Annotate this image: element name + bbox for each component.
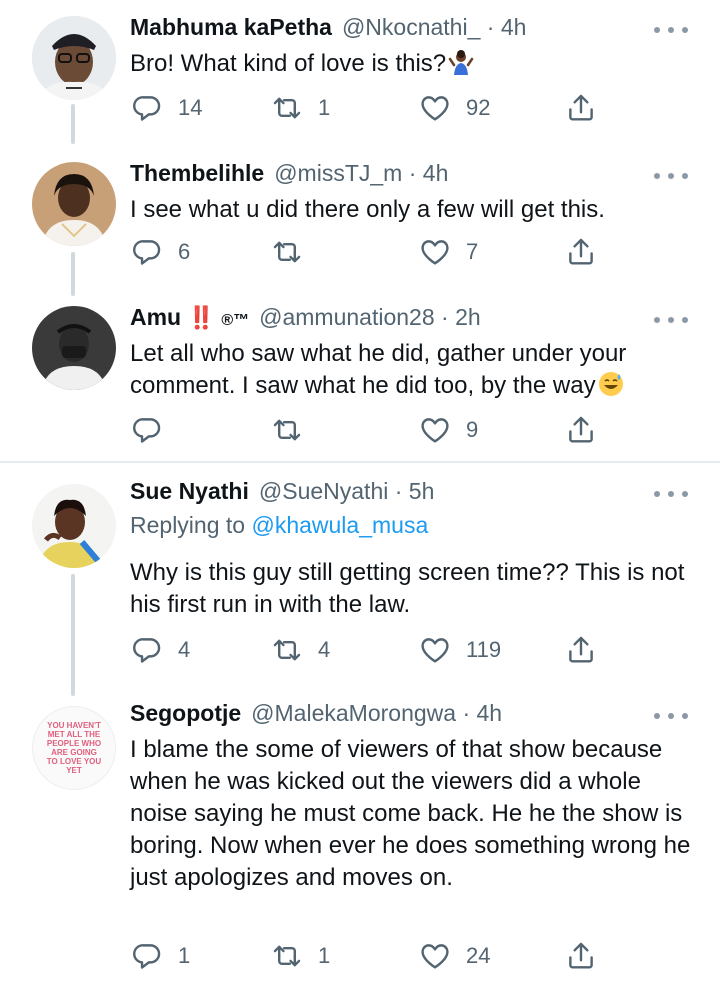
- tweet-text: Let all who saw what he did, gather unde…: [130, 340, 627, 399]
- tweet[interactable]: Sue Nyathi @SueNyathi · 5h Replying to @…: [0, 464, 720, 696]
- replying-to: Replying to @khawula_musa: [130, 512, 429, 538]
- tweet[interactable]: YOU HAVEN'T MET ALL THE PEOPLE WHO ARE G…: [0, 696, 720, 982]
- retweet-button[interactable]: 1: [270, 88, 330, 128]
- avatar[interactable]: [32, 306, 116, 390]
- divider: [0, 461, 720, 463]
- retweet-button[interactable]: 4: [270, 630, 330, 670]
- like-icon: [418, 939, 452, 973]
- more-icon[interactable]: [654, 24, 688, 36]
- more-icon[interactable]: [654, 170, 688, 182]
- tweet-text: Bro! What kind of love is this?: [130, 48, 696, 80]
- shrug-emoji: [448, 50, 474, 75]
- retweet-icon: [270, 633, 304, 667]
- avatar[interactable]: YOU HAVEN'T MET ALL THE PEOPLE WHO ARE G…: [32, 706, 116, 790]
- retweet-icon: [270, 413, 304, 447]
- registered-trademark-badge: ®™: [221, 312, 250, 329]
- share-icon: [564, 413, 598, 447]
- reply-icon: [130, 91, 164, 125]
- like-icon: [418, 91, 452, 125]
- like-button[interactable]: 7: [418, 232, 478, 272]
- reply-icon: [130, 633, 164, 667]
- like-icon: [418, 633, 452, 667]
- avatar[interactable]: [32, 484, 116, 568]
- handle-time: @Nkocnathi_ · 4h: [341, 14, 527, 40]
- like-button[interactable]: 119: [418, 630, 501, 670]
- handle-time: @MalekaMorongwa · 4h: [251, 700, 503, 726]
- reply-button[interactable]: 6: [130, 232, 190, 272]
- avatar[interactable]: [32, 16, 116, 100]
- reply-button[interactable]: [130, 410, 178, 450]
- share-icon: [564, 235, 598, 269]
- share-icon: [564, 633, 598, 667]
- avatar-quote-text: YOU HAVEN'T MET ALL THE PEOPLE WHO ARE G…: [46, 721, 102, 775]
- share-button[interactable]: [564, 630, 598, 670]
- reply-icon: [130, 413, 164, 447]
- avatar[interactable]: [32, 162, 116, 246]
- display-name[interactable]: Thembelihle: [130, 160, 264, 187]
- like-icon: [418, 413, 452, 447]
- more-icon[interactable]: [654, 314, 688, 326]
- share-button[interactable]: [564, 88, 598, 128]
- tweet-text: Why is this guy still getting screen tim…: [130, 559, 685, 618]
- display-name[interactable]: Segopotje: [130, 700, 241, 727]
- handle-time: @ammunation28 · 2h: [259, 304, 481, 330]
- like-icon: [418, 235, 452, 269]
- retweet-icon: [270, 939, 304, 973]
- tweet[interactable]: Mabhuma kaPetha @Nkocnathi_ · 4h Bro! Wh…: [0, 0, 720, 146]
- share-button[interactable]: [564, 410, 598, 450]
- display-name[interactable]: Sue Nyathi: [130, 478, 249, 505]
- reply-icon: [130, 235, 164, 269]
- more-icon[interactable]: [654, 710, 688, 722]
- sweat-smile-emoji: [598, 372, 623, 396]
- share-button[interactable]: [564, 936, 598, 976]
- tweet[interactable]: Thembelihle @missTJ_m · 4h I see what u …: [0, 146, 720, 292]
- reply-button[interactable]: 14: [130, 88, 202, 128]
- reply-button[interactable]: 1: [130, 936, 190, 976]
- retweet-button[interactable]: [270, 410, 318, 450]
- display-name[interactable]: Mabhuma kaPetha: [130, 14, 332, 41]
- like-button[interactable]: 92: [418, 88, 490, 128]
- retweet-icon: [270, 91, 304, 125]
- share-icon: [564, 91, 598, 125]
- share-button[interactable]: [564, 232, 598, 272]
- double-exclamation-emoji: ‼️: [187, 305, 215, 330]
- tweet-text: I blame the some of viewers of that show…: [130, 736, 691, 891]
- retweet-button[interactable]: 1: [270, 936, 330, 976]
- retweet-icon: [270, 235, 304, 269]
- handle-time: @SueNyathi · 5h: [258, 478, 435, 504]
- tweet[interactable]: Amu ‼️ ®™ @ammunation28 · 2h Let all who…: [0, 292, 720, 460]
- like-button[interactable]: 9: [418, 410, 478, 450]
- display-name[interactable]: Amu ‼️ ®™: [130, 304, 249, 331]
- replying-to-link[interactable]: @khawula_musa: [251, 512, 428, 538]
- handle-time: @missTJ_m · 4h: [274, 160, 449, 186]
- share-icon: [564, 939, 598, 973]
- like-button[interactable]: 24: [418, 936, 490, 976]
- reply-icon: [130, 939, 164, 973]
- reply-button[interactable]: 4: [130, 630, 190, 670]
- more-icon[interactable]: [654, 488, 688, 500]
- retweet-button[interactable]: [270, 232, 318, 272]
- tweet-text: I see what u did there only a few will g…: [130, 196, 605, 223]
